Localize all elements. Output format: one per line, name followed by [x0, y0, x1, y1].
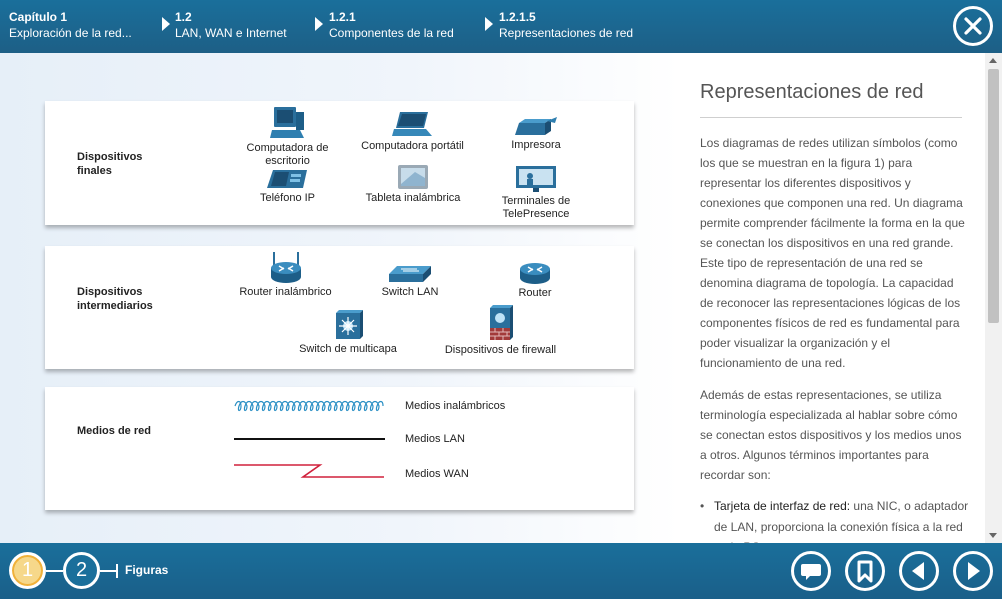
- figure-pane: Dispositivos finales Computadora de escr…: [0, 53, 680, 543]
- multilayer-switch-icon: [336, 310, 363, 339]
- breadcrumb-subsection[interactable]: 1.2.1 Componentes de la red: [329, 9, 454, 41]
- item-label: Computadora portátil: [361, 140, 464, 152]
- scrollbar-thumb[interactable]: [988, 69, 999, 323]
- breadcrumb-number: Capítulo 1: [9, 10, 68, 24]
- bottom-navigation-bar: 1 2 Figuras: [0, 543, 1002, 599]
- item-label: Switch de multicapa: [299, 343, 397, 355]
- next-arrow-icon: [968, 562, 980, 580]
- close-icon: [964, 17, 982, 35]
- top-navigation-bar: Capítulo 1 Exploración de la red... 1.2 …: [0, 0, 1002, 53]
- telepresence-icon: [516, 166, 556, 192]
- article-title: Representaciones de red: [700, 81, 924, 103]
- multilayer-switch-item: Switch de multicapa: [293, 309, 403, 356]
- breadcrumb-number: 1.2: [175, 10, 192, 24]
- item-label: Router inalámbrico: [239, 286, 332, 298]
- previous-button[interactable]: [899, 551, 939, 591]
- wireless-media-symbol: [234, 400, 384, 412]
- breadcrumb-label: Exploración de la red...: [9, 26, 132, 40]
- firewall-icon: [489, 305, 513, 340]
- breadcrumb-label: LAN, WAN e Internet: [175, 26, 287, 40]
- wan-media-label: Medios WAN: [405, 468, 469, 480]
- lan-media-symbol: [234, 438, 385, 440]
- intermediary-devices-title: Dispositivos intermediarios: [77, 286, 153, 312]
- breadcrumb-number: 1.2.1: [329, 10, 356, 24]
- telepresence-item: Terminales de TelePresence: [493, 165, 579, 221]
- page-connector: [100, 570, 117, 572]
- bullet-icon: •: [700, 499, 705, 513]
- bookmark-button[interactable]: [845, 551, 885, 591]
- breadcrumb-topic[interactable]: 1.2.1.5 Representaciones de red: [499, 9, 633, 41]
- breadcrumb-label: Componentes de la red: [329, 26, 454, 40]
- printer-icon: [515, 117, 557, 135]
- breadcrumb-separator-icon: [315, 17, 323, 31]
- lan-switch-item: Switch LAN: [370, 264, 450, 299]
- router-item: Router: [500, 261, 570, 300]
- desktop-computer-icon: [269, 107, 304, 138]
- wireless-router-item: Router inalámbrico: [233, 250, 338, 299]
- article-pane: Representaciones de red Los diagramas de…: [682, 53, 985, 543]
- intermediary-devices-card: Dispositivos intermediarios Router inalá…: [45, 246, 634, 369]
- breadcrumb-label: Representaciones de red: [499, 26, 634, 40]
- wireless-media-label: Medios inalámbricos: [405, 400, 506, 412]
- network-media-title: Medios de red: [77, 425, 151, 437]
- title-divider: [700, 117, 962, 118]
- page-connector: [46, 570, 63, 572]
- comments-button[interactable]: [791, 551, 831, 591]
- figure-page-2-button[interactable]: 2: [63, 552, 100, 589]
- figure-page-1-button[interactable]: 1: [9, 552, 46, 589]
- desktop-item: Computadora de escritorio: [240, 106, 335, 168]
- terms-list: • Tarjeta de interfaz de red: una NIC, o…: [700, 496, 970, 543]
- breadcrumb-section[interactable]: 1.2 LAN, WAN e Internet: [175, 9, 287, 41]
- breadcrumb-separator-icon: [162, 17, 170, 31]
- end-devices-card: Dispositivos finales Computadora de escr…: [45, 101, 634, 225]
- lan-switch-icon: [389, 266, 431, 282]
- end-devices-title: Dispositivos finales: [77, 151, 143, 177]
- scroll-up-icon[interactable]: [989, 58, 997, 63]
- item-label: Tableta inalámbrica: [365, 192, 461, 204]
- lan-media-label: Medios LAN: [405, 433, 465, 445]
- previous-arrow-icon: [912, 562, 924, 580]
- scroll-down-icon[interactable]: [989, 533, 997, 538]
- laptop-item: Computadora portátil: [355, 110, 470, 153]
- breadcrumb-separator-icon: [485, 17, 493, 31]
- figures-label: Figuras: [125, 563, 169, 577]
- firewall-item: Dispositivos de firewall: [438, 304, 563, 357]
- item-label: Terminales de TelePresence: [501, 195, 571, 220]
- ip-phone-icon: [266, 170, 307, 188]
- article-paragraph-1: Los diagramas de redes utilizan símbolos…: [700, 136, 965, 370]
- router-icon: [520, 263, 550, 284]
- term-name: Tarjeta de interfaz de red:: [714, 499, 851, 513]
- item-label: Impresora: [511, 139, 561, 151]
- wan-media-symbol: [234, 464, 384, 478]
- tablet-icon: [398, 165, 428, 189]
- item-label: Switch LAN: [381, 286, 439, 298]
- item-label: Dispositivos de firewall: [444, 344, 557, 356]
- speech-bubble-icon: [801, 564, 821, 580]
- breadcrumb-chapter[interactable]: Capítulo 1 Exploración de la red...: [9, 9, 132, 41]
- ip-phone-item: Teléfono IP: [245, 168, 330, 205]
- laptop-icon: [391, 112, 432, 136]
- item-label: Router: [518, 287, 552, 299]
- close-button[interactable]: [953, 6, 993, 46]
- bookmark-icon: [857, 560, 873, 583]
- item-label: Teléfono IP: [259, 192, 316, 204]
- tablet-item: Tableta inalámbrica: [358, 164, 468, 205]
- wireless-router-icon: [270, 252, 301, 283]
- printer-item: Impresora: [497, 117, 575, 152]
- article-scrollbar[interactable]: [985, 53, 1002, 543]
- article-paragraph-2: Además de estas representaciones, se uti…: [700, 388, 962, 482]
- item-label: Computadora de escritorio: [246, 142, 329, 167]
- breadcrumb-number: 1.2.1.5: [499, 10, 536, 24]
- page-connector-end: [116, 564, 118, 578]
- next-button[interactable]: [953, 551, 993, 591]
- network-media-card: Medios de red Medios inalámbricos Medios…: [45, 387, 634, 510]
